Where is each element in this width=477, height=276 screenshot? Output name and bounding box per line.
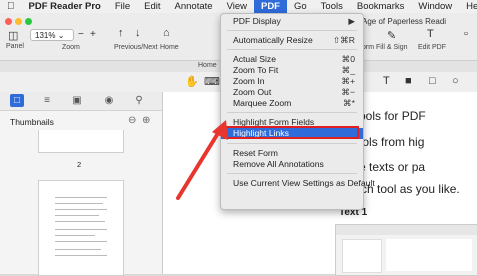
note-tool-icon[interactable]: ■ <box>405 75 412 87</box>
menu-annotate[interactable]: Annotate <box>168 0 220 13</box>
minimize-window-button[interactable] <box>15 18 22 25</box>
menu-item-actual-size[interactable]: Actual Size ⌘0 <box>221 54 363 65</box>
menu-item-reset-form[interactable]: Reset Form <box>221 148 363 159</box>
panel-icon[interactable]: ◫ <box>8 29 18 42</box>
zoom-window-button[interactable] <box>25 18 32 25</box>
sidebar-title: Thumbnails <box>10 117 54 127</box>
edit-pdf-icon[interactable]: T <box>427 28 434 40</box>
snapshot-tab-icon[interactable]: ◉ <box>102 94 116 107</box>
document-title: Age of Paperless Readi <box>362 17 447 26</box>
close-window-button[interactable] <box>5 18 12 25</box>
embedded-toolbar <box>336 225 477 235</box>
callout-arrow-icon <box>176 120 228 200</box>
home-label: Home <box>160 44 179 51</box>
menu-item-zoom-in[interactable]: Zoom In ⌘+ <box>221 76 363 87</box>
more-icon[interactable]: ▫ <box>464 28 468 40</box>
menu-edit[interactable]: Edit <box>137 0 167 13</box>
menu-bookmarks[interactable]: Bookmarks <box>350 0 412 13</box>
expand-icon[interactable]: ⊕ <box>142 115 150 126</box>
annotations-tab-icon[interactable]: ▣ <box>70 94 84 107</box>
zoom-label: Zoom <box>62 44 80 51</box>
fill-sign-icon[interactable]: ✎ <box>387 29 396 42</box>
text-tool-icon[interactable]: T <box>383 75 390 87</box>
panel-label: Panel <box>6 43 24 50</box>
outline-tab-icon[interactable]: ≡ <box>40 94 54 107</box>
menu-item-use-current-view-settings[interactable]: Use Current View Settings as Default <box>221 178 375 189</box>
thumbnail-page-number: 2 <box>77 160 82 169</box>
menu-bar:  PDF Reader Pro File Edit Annotate View… <box>0 0 477 13</box>
menu-go[interactable]: Go <box>287 0 314 13</box>
home-icon[interactable]: ⌂ <box>163 27 170 39</box>
fill-sign-label: Fill & Sign <box>376 44 408 51</box>
zoom-in-icon[interactable]: + <box>90 29 96 40</box>
menu-item-automatically-resize[interactable]: Automatically Resize ⇧⌘R <box>221 35 363 46</box>
embedded-screenshot <box>335 224 477 276</box>
zoom-select[interactable]: 131% ⌄ <box>30 29 74 41</box>
menu-window[interactable]: Window <box>411 0 459 13</box>
menu-item-zoom-out[interactable]: Zoom Out ⌘− <box>221 87 363 98</box>
menu-pdf[interactable]: PDF <box>253 0 287 13</box>
rectangle-tool-icon[interactable]: □ <box>429 75 436 87</box>
menu-item-pdf-display[interactable]: PDF Display ▶ <box>221 16 363 27</box>
zoom-out-icon[interactable]: − <box>78 29 84 40</box>
tab-home[interactable]: Home <box>198 62 217 69</box>
menu-app[interactable]: PDF Reader Pro <box>22 0 108 13</box>
prevnext-label: Previous/Next <box>114 44 158 51</box>
embedded-panel <box>342 239 382 273</box>
thumbnail-page-1[interactable] <box>38 130 124 153</box>
menu-item-zoom-to-fit[interactable]: Zoom To Fit ⌘_ <box>221 65 363 76</box>
previous-icon[interactable]: ↑ <box>118 27 124 39</box>
sidebar: □ ≡ ▣ ◉ ⚲ Thumbnails ⊖ ⊕ 2 <box>0 92 163 276</box>
apple-menu[interactable]:  <box>0 0 22 13</box>
menu-file[interactable]: File <box>108 0 137 13</box>
circle-tool-icon[interactable]: ○ <box>452 75 459 87</box>
thumbnail-page-3[interactable] <box>38 180 124 276</box>
menu-item-marquee-zoom[interactable]: Marquee Zoom ⌘* <box>221 98 363 109</box>
menu-tools[interactable]: Tools <box>314 0 350 13</box>
search-tab-icon[interactable]: ⚲ <box>132 94 146 107</box>
pdf-menu-dropdown: PDF Display ▶ Automatically Resize ⇧⌘R Act… <box>220 13 375 210</box>
hand-tool-icon[interactable]: ✋ <box>185 75 199 88</box>
edit-pdf-label: Edit PDF <box>418 44 447 51</box>
thumbnails-tab-icon[interactable]: □ <box>10 94 24 107</box>
next-icon[interactable]: ↓ <box>135 27 141 39</box>
highlight-links-callout-box <box>223 126 359 139</box>
menu-view[interactable]: View <box>220 0 254 13</box>
collapse-icon[interactable]: ⊖ <box>128 115 136 126</box>
menu-help[interactable]: Help <box>459 0 477 13</box>
sidebar-tabs: □ ≡ ▣ ◉ ⚲ <box>0 92 162 111</box>
embedded-page <box>386 239 472 271</box>
menu-item-remove-all-annotations[interactable]: Remove All Annotations <box>221 159 363 170</box>
select-tool-icon[interactable]: ⌨ <box>204 75 220 88</box>
